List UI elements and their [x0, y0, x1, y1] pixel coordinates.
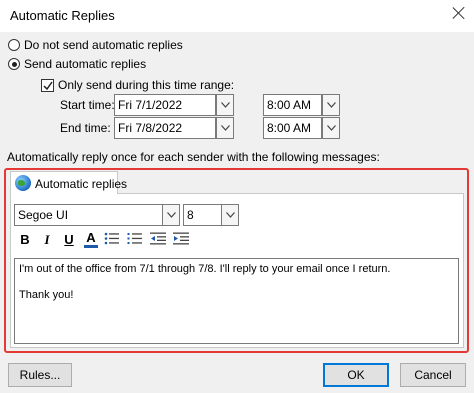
ok-button[interactable]: OK: [323, 363, 389, 387]
underline-button[interactable]: U: [62, 232, 76, 247]
chevron-down-icon: [221, 125, 230, 131]
start-time-field[interactable]: 8:00 AM: [263, 94, 322, 116]
chevron-down-icon: [226, 212, 235, 218]
cancel-button[interactable]: Cancel: [400, 363, 466, 387]
checkmark-icon: [43, 81, 53, 91]
start-date-value: Fri 7/1/2022: [118, 98, 183, 112]
no-replies-label: Do not send automatic replies: [24, 38, 183, 52]
end-date-field[interactable]: Fri 7/8/2022: [114, 117, 216, 139]
start-time-value: 8:00 AM: [267, 98, 312, 112]
chevron-down-icon: [327, 125, 336, 131]
font-size-value: 8: [187, 208, 194, 222]
font-family-dropdown[interactable]: [162, 204, 180, 226]
message-line-2: Thank you!: [19, 289, 74, 301]
bullets-icon[interactable]: [104, 232, 120, 245]
start-date-field[interactable]: Fri 7/1/2022: [114, 94, 216, 116]
font-family-select[interactable]: Segoe UI: [14, 204, 164, 226]
tab-label: Automatic replies: [35, 177, 128, 191]
globe-icon: [15, 175, 31, 191]
end-time-label: End time:: [60, 121, 111, 135]
message-line-1: I'm out of the office from 7/1 through 7…: [19, 263, 391, 275]
instruction-text: Automatically reply once for each sender…: [7, 150, 380, 164]
end-time-field[interactable]: 8:00 AM: [263, 117, 322, 139]
end-time-value: 8:00 AM: [267, 121, 312, 135]
bold-button[interactable]: B: [18, 232, 32, 247]
start-time-dropdown[interactable]: [322, 94, 340, 116]
chevron-down-icon: [167, 212, 176, 218]
decrease-indent-icon[interactable]: [150, 232, 166, 245]
tab-automatic-replies[interactable]: Automatic replies: [10, 171, 127, 194]
time-range-checkbox[interactable]: [41, 79, 54, 92]
increase-indent-icon[interactable]: [173, 232, 189, 245]
font-color-swatch: [84, 245, 98, 248]
no-replies-radio[interactable]: [8, 39, 20, 51]
font-size-select[interactable]: 8: [183, 204, 223, 226]
window-title: Automatic Replies: [10, 8, 115, 23]
start-date-dropdown[interactable]: [216, 94, 234, 116]
send-replies-label: Send automatic replies: [24, 57, 147, 71]
numbering-icon[interactable]: [127, 232, 143, 245]
font-color-button[interactable]: A: [84, 230, 98, 245]
send-replies-radio[interactable]: [8, 58, 20, 70]
font-size-dropdown[interactable]: [221, 204, 239, 226]
font-family-value: Segoe UI: [18, 208, 69, 222]
end-date-value: Fri 7/8/2022: [118, 121, 183, 135]
chevron-down-icon: [221, 102, 230, 108]
end-time-dropdown[interactable]: [322, 117, 340, 139]
close-icon[interactable]: [452, 6, 466, 20]
message-body-input[interactable]: I'm out of the office from 7/1 through 7…: [14, 258, 459, 344]
end-date-dropdown[interactable]: [216, 117, 234, 139]
italic-button[interactable]: I: [40, 232, 54, 248]
time-range-label: Only send during this time range:: [58, 78, 235, 92]
start-time-label: Start time:: [60, 98, 115, 112]
rules-button[interactable]: Rules...: [8, 363, 72, 387]
chevron-down-icon: [327, 102, 336, 108]
